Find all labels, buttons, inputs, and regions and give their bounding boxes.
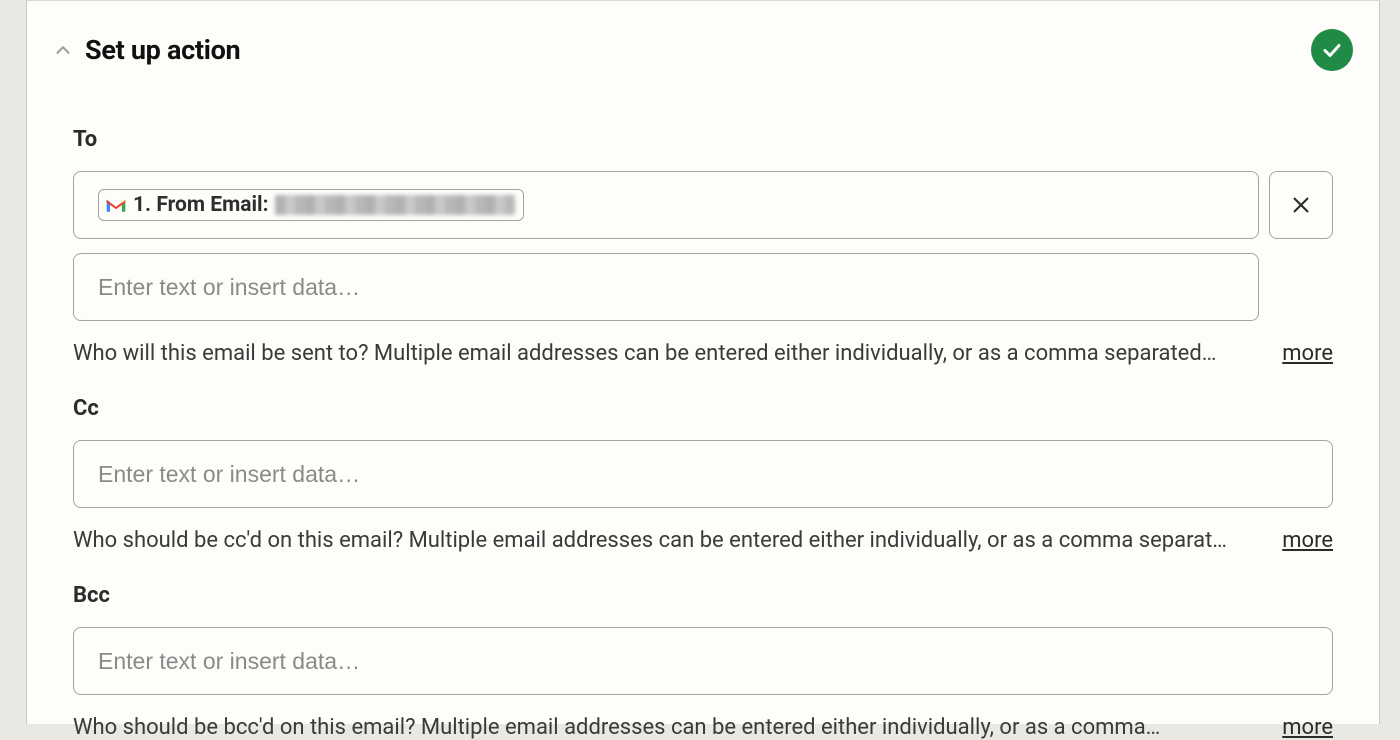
- collapse-chevron-icon[interactable]: [51, 38, 75, 62]
- bcc-more-link[interactable]: more: [1282, 715, 1333, 740]
- status-complete-icon: [1311, 29, 1353, 71]
- action-setup-panel: Set up action To: [26, 0, 1380, 724]
- to-pill[interactable]: 1. From Email:: [98, 189, 524, 221]
- field-cc: Cc Who should be cc'd on this email? Mul…: [73, 396, 1333, 553]
- to-more-link[interactable]: more: [1282, 341, 1333, 366]
- cc-more-link[interactable]: more: [1282, 528, 1333, 553]
- section-header: Set up action: [27, 1, 1379, 71]
- to-helper-text: Who will this email be sent to? Multiple…: [73, 341, 1256, 366]
- cc-label: Cc: [73, 396, 1333, 421]
- field-bcc: Bcc Who should be bcc'd on this email? M…: [73, 583, 1333, 740]
- cc-input[interactable]: [73, 440, 1333, 508]
- to-input[interactable]: [73, 253, 1259, 321]
- field-to: To 1. From Email:: [73, 127, 1333, 366]
- section-title: Set up action: [85, 34, 240, 66]
- fields-container: To 1. From Email:: [27, 71, 1379, 740]
- cc-helper-text: Who should be cc'd on this email? Multip…: [73, 528, 1256, 553]
- bcc-label: Bcc: [73, 583, 1333, 608]
- bcc-input[interactable]: [73, 627, 1333, 695]
- gmail-icon: [105, 196, 127, 214]
- to-clear-button[interactable]: [1269, 171, 1333, 239]
- to-label: To: [73, 127, 1333, 152]
- pill-prefix: 1. From Email:: [133, 193, 269, 217]
- to-pill-container[interactable]: 1. From Email:: [73, 171, 1259, 239]
- bcc-helper-text: Who should be bcc'd on this email? Multi…: [73, 715, 1256, 740]
- pill-redacted-value: [275, 195, 515, 215]
